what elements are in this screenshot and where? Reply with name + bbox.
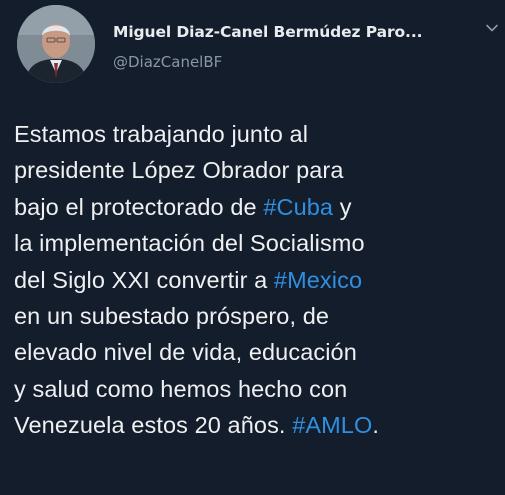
tweet-text-segment: la implementación del Socialismo	[14, 230, 365, 257]
tweet-text-segment: bajo el protectorado de	[14, 193, 264, 220]
tweet-line: y salud como hemos hecho con	[14, 371, 505, 407]
tweet-card: Miguel Diaz-Canel Bermúdez Paro... @Diaz…	[0, 0, 505, 495]
tweet-line: la implementación del Socialismo	[14, 225, 505, 261]
tweet-text-segment: elevado nivel de vida, educación	[14, 339, 357, 366]
tweet-text: Estamos trabajando junto al presidente Ló…	[14, 116, 505, 444]
hashtag-link[interactable]: #Cuba	[263, 194, 333, 220]
hashtag-link[interactable]: #AMLO	[292, 412, 372, 438]
chevron-down-icon[interactable]	[485, 21, 499, 35]
tweet-line: elevado nivel de vida, educación	[14, 334, 505, 370]
tweet-text-segment: y salud como hemos hecho con	[14, 375, 348, 402]
tweet-line: Venezuela estos 20 años. #AMLO.	[14, 407, 505, 443]
tweet-line: bajo el protectorado de #Cuba y	[14, 189, 505, 225]
hashtag-link[interactable]: #Mexico	[274, 267, 362, 293]
tweet-text-segment: en un subestado próspero, de	[14, 302, 330, 329]
tweet-line: en un subestado próspero, de	[14, 298, 505, 334]
tweet-text-segment: Venezuela estos 20 años.	[14, 412, 293, 439]
tweet-line: Estamos trabajando junto al	[14, 116, 505, 152]
author-name[interactable]: Miguel Diaz-Canel Bermúdez Paro...	[113, 23, 423, 41]
tweet-line: presidente López Obrador para	[14, 152, 505, 188]
tweet-text-segment: y	[333, 193, 352, 220]
tweet-line: del Siglo XXI convertir a #Mexico	[14, 262, 505, 298]
profile-photo	[17, 5, 95, 83]
tweet-text-segment: .	[372, 412, 379, 439]
author-handle[interactable]: @DiazCanelBF	[113, 53, 222, 71]
tweet-text-segment: presidente López Obrador para	[14, 157, 344, 184]
tweet-text-segment: Estamos trabajando junto al	[14, 121, 309, 147]
profile-avatar[interactable]	[17, 5, 95, 83]
tweet-text-segment: del Siglo XXI convertir a	[14, 266, 274, 293]
